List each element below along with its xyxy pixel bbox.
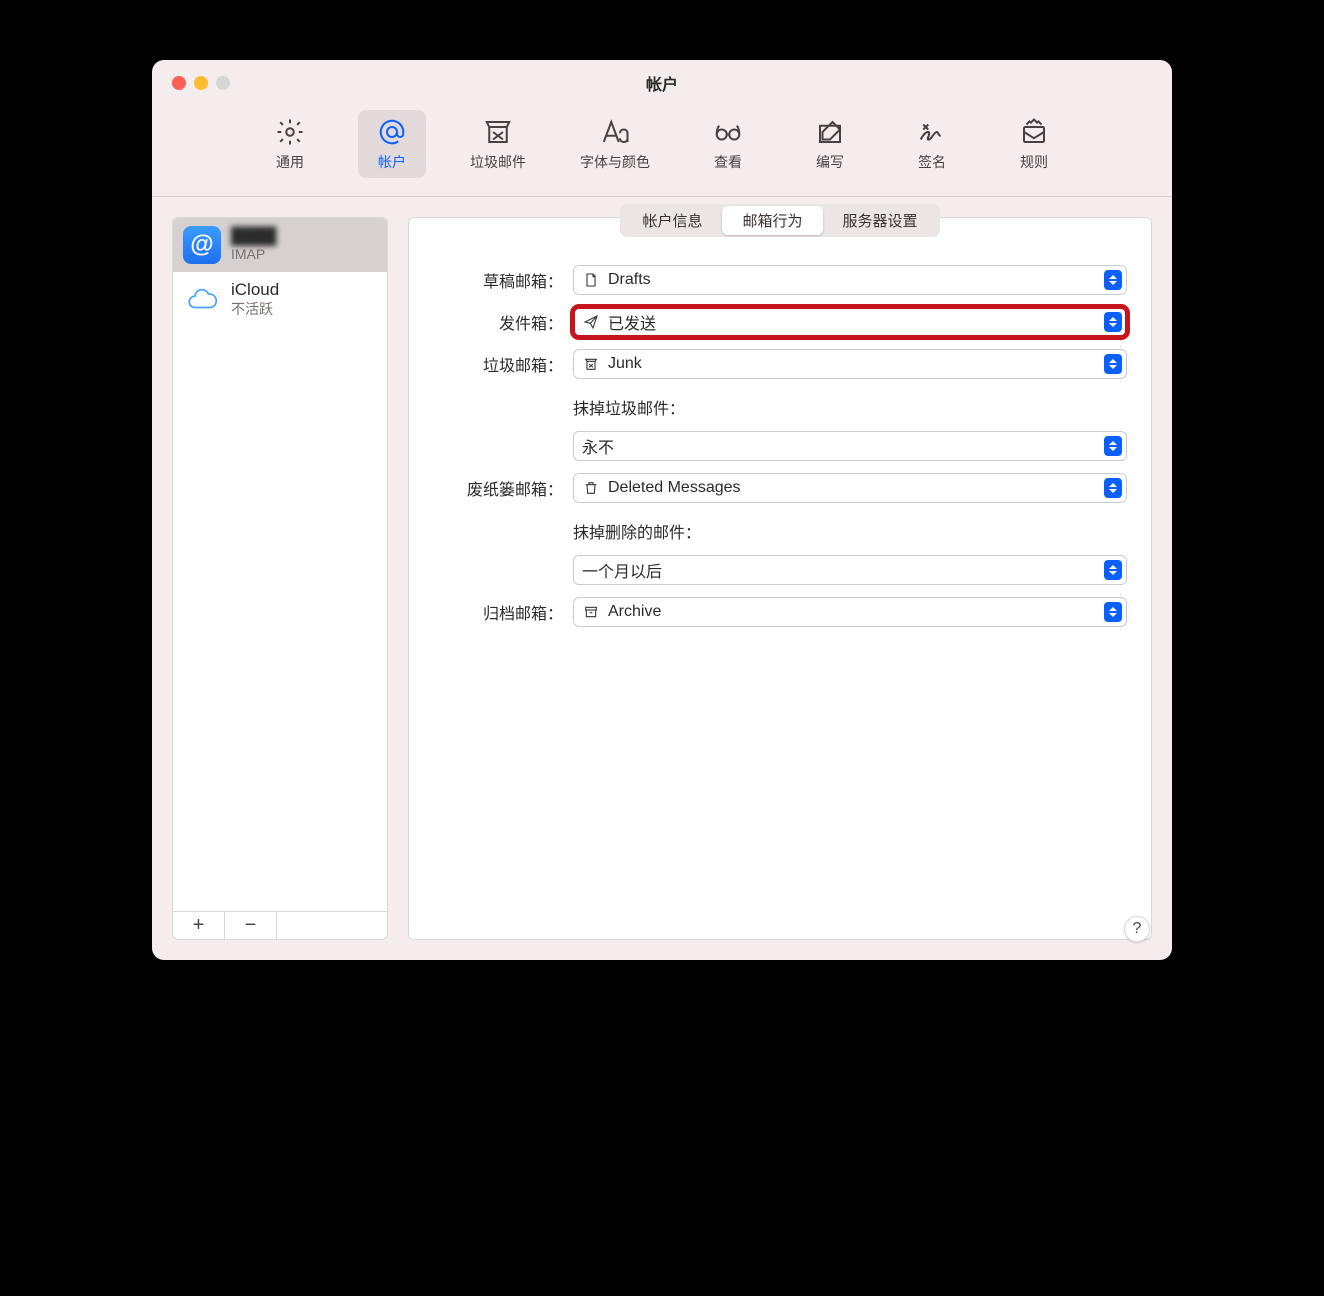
toolbar-label: 字体与颜色 — [580, 152, 650, 172]
rules-icon — [1018, 116, 1050, 148]
account-name: iCloud — [231, 280, 279, 300]
at-badge-icon: @ — [183, 226, 221, 264]
toolbar-signatures[interactable]: 签名 — [898, 110, 966, 178]
accounts-list: @ ████ IMAP iCloud 不活跃 — [172, 217, 388, 912]
mailbox-behaviors-form: 草稿邮箱： Drafts 发件箱： 已发送 — [433, 265, 1127, 627]
toolbar-label: 通用 — [276, 152, 304, 172]
trash-mailbox-select[interactable]: Deleted Messages — [573, 473, 1127, 503]
at-icon — [376, 116, 408, 148]
icloud-icon — [183, 280, 221, 318]
preferences-window: 帐户 通用 帐户 垃圾邮件 字体与颜色 — [152, 60, 1172, 960]
sidebar-spacer — [277, 912, 387, 939]
toolbar-label: 编写 — [816, 152, 844, 172]
select-value: Junk — [608, 355, 642, 373]
tab-server-settings[interactable]: 服务器设置 — [823, 206, 938, 235]
remove-account-button[interactable]: − — [225, 912, 277, 939]
toolbar-composing[interactable]: 编写 — [796, 110, 864, 178]
select-value: Deleted Messages — [608, 479, 741, 497]
sent-label: 发件箱： — [433, 310, 563, 334]
tab-mailbox-behaviors[interactable]: 邮箱行为 — [722, 206, 822, 235]
erase-junk-select[interactable]: 永不 — [573, 431, 1127, 461]
toolbar-label: 帐户 — [378, 152, 406, 172]
toolbar-accounts[interactable]: 帐户 — [358, 110, 426, 178]
paperplane-icon — [582, 313, 600, 331]
fonts-icon — [599, 116, 631, 148]
select-value: Drafts — [608, 271, 651, 289]
toolbar-rules[interactable]: 规则 — [1000, 110, 1068, 178]
erase-deleted-select[interactable]: 一个月以后 — [573, 555, 1127, 585]
toolbar-label: 查看 — [714, 152, 742, 172]
compose-icon — [814, 116, 846, 148]
main-panel: 帐户信息 邮箱行为 服务器设置 草稿邮箱： Drafts 发件箱： — [408, 217, 1152, 940]
toolbar-fonts[interactable]: 字体与颜色 — [570, 110, 660, 178]
drafts-mailbox-select[interactable]: Drafts — [573, 265, 1127, 295]
account-name: ████ — [231, 227, 276, 246]
chevron-updown-icon — [1104, 436, 1122, 456]
archive-mailbox-select[interactable]: Archive — [573, 597, 1127, 627]
chevron-updown-icon — [1104, 560, 1122, 580]
toolbar-label: 签名 — [918, 152, 946, 172]
glasses-icon — [712, 116, 744, 148]
erase-deleted-label: 抹掉删除的邮件： — [573, 519, 1127, 543]
select-value: Archive — [608, 603, 661, 621]
tabbar: 帐户信息 邮箱行为 服务器设置 — [433, 204, 1127, 237]
document-icon — [582, 271, 600, 289]
account-subtitle: IMAP — [231, 246, 276, 263]
accounts-list-buttons: + − — [172, 912, 388, 940]
drafts-label: 草稿邮箱： — [433, 268, 563, 292]
archive-label: 归档邮箱： — [433, 600, 563, 624]
toolbar-junk[interactable]: 垃圾邮件 — [460, 110, 536, 178]
toolbar-label: 规则 — [1020, 152, 1048, 172]
window-title: 帐户 — [646, 71, 678, 95]
archivebox-icon — [582, 603, 600, 621]
accounts-sidebar: @ ████ IMAP iCloud 不活跃 + — [172, 217, 388, 940]
junkbox-icon — [582, 355, 600, 373]
chevron-updown-icon — [1104, 602, 1122, 622]
close-window-button[interactable] — [172, 76, 186, 90]
chevron-updown-icon — [1104, 270, 1122, 290]
gear-icon — [274, 116, 306, 148]
account-item-icloud[interactable]: iCloud 不活跃 — [173, 272, 387, 326]
signature-icon — [916, 116, 948, 148]
minimize-window-button[interactable] — [194, 76, 208, 90]
content-area: @ ████ IMAP iCloud 不活跃 + — [152, 197, 1172, 960]
toolbar-general[interactable]: 通用 — [256, 110, 324, 178]
zoom-window-button[interactable] — [216, 76, 230, 90]
chevron-updown-icon — [1104, 312, 1122, 332]
tab-account-info[interactable]: 帐户信息 — [622, 206, 722, 235]
preferences-toolbar: 通用 帐户 垃圾邮件 字体与颜色 查看 — [152, 106, 1172, 197]
trash-label: 废纸篓邮箱： — [433, 476, 563, 500]
account-subtitle: 不活跃 — [231, 301, 279, 318]
toolbar-label: 垃圾邮件 — [470, 152, 526, 172]
select-value: 一个月以后 — [582, 558, 662, 582]
add-account-button[interactable]: + — [173, 912, 225, 939]
erase-junk-label: 抹掉垃圾邮件： — [573, 395, 1127, 419]
chevron-updown-icon — [1104, 354, 1122, 374]
toolbar-viewing[interactable]: 查看 — [694, 110, 762, 178]
select-value: 已发送 — [608, 310, 656, 334]
junk-label: 垃圾邮箱： — [433, 352, 563, 376]
traffic-lights — [172, 76, 230, 90]
sent-mailbox-select[interactable]: 已发送 — [573, 307, 1127, 337]
junk-icon — [482, 116, 514, 148]
help-button[interactable]: ? — [1124, 916, 1150, 942]
account-item-imap[interactable]: @ ████ IMAP — [173, 218, 387, 272]
junk-mailbox-select[interactable]: Junk — [573, 349, 1127, 379]
titlebar: 帐户 — [152, 60, 1172, 106]
select-value: 永不 — [582, 434, 614, 458]
chevron-updown-icon — [1104, 478, 1122, 498]
trash-icon — [582, 479, 600, 497]
